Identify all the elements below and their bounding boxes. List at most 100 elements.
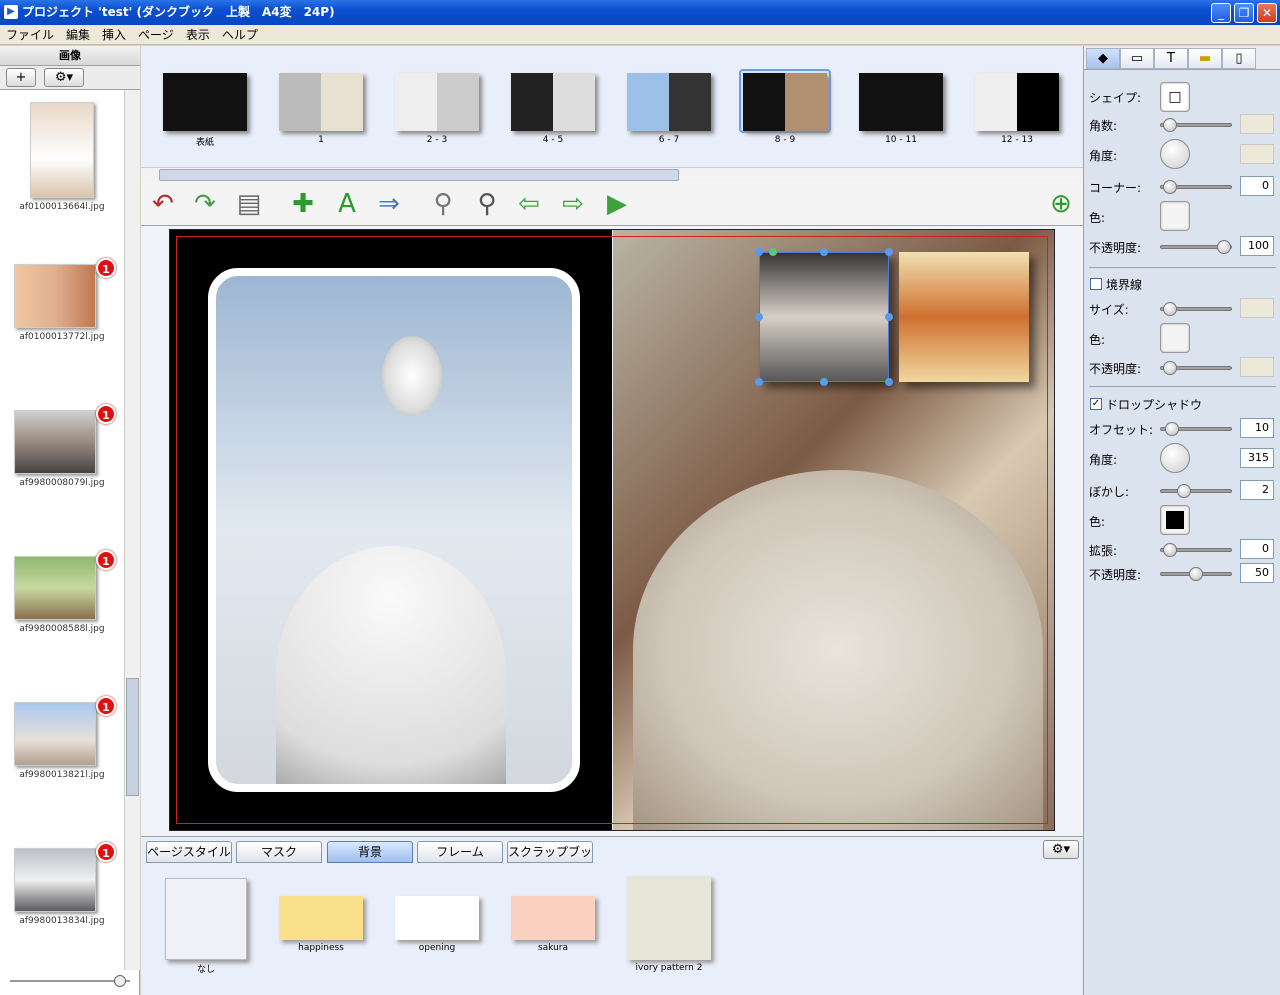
corners-field[interactable] xyxy=(1240,114,1274,134)
image-thumb[interactable] xyxy=(14,556,96,620)
tab-frame[interactable]: フレーム xyxy=(417,841,503,863)
border-opacity-field[interactable] xyxy=(1240,357,1274,377)
resize-handle[interactable] xyxy=(820,248,828,256)
gear-menu-button[interactable]: ⚙▾ xyxy=(44,68,84,87)
shadow-offset-field[interactable]: 10 xyxy=(1240,418,1274,438)
slider-knob[interactable] xyxy=(1177,484,1191,498)
shadow-spread-slider[interactable] xyxy=(1160,543,1232,557)
add-text-icon[interactable]: A xyxy=(331,188,363,220)
tab-mask[interactable]: マスク xyxy=(236,841,322,863)
slider-knob[interactable] xyxy=(1163,302,1177,316)
slider-knob[interactable] xyxy=(1163,543,1177,557)
border-size-field[interactable] xyxy=(1240,298,1274,318)
shadow-spread-field[interactable]: 0 xyxy=(1240,539,1274,559)
corner-field[interactable]: 0 xyxy=(1240,176,1274,196)
image-thumb[interactable] xyxy=(14,264,96,328)
shape-picker[interactable]: □ xyxy=(1160,82,1190,112)
page-strip-scrollbar[interactable] xyxy=(141,167,1083,182)
resize-handle[interactable] xyxy=(755,313,763,321)
thumb-size-slider[interactable] xyxy=(10,975,130,987)
image-list-scrollbar[interactable] xyxy=(124,90,140,970)
menu-edit[interactable]: 編集 xyxy=(60,25,96,45)
background-list[interactable]: なし happiness opening sakura ivory patter… xyxy=(141,864,1083,995)
play-icon[interactable]: ▶ xyxy=(601,188,633,220)
background-ivory-pattern-2[interactable] xyxy=(627,876,711,960)
page-thumb-2-3[interactable] xyxy=(395,73,479,131)
shape-tab-icon[interactable]: ◆ xyxy=(1086,48,1120,69)
angle-dial[interactable] xyxy=(1160,139,1190,169)
left-page[interactable] xyxy=(170,230,612,830)
undo-icon[interactable]: ↶ xyxy=(147,188,179,220)
resize-handle[interactable] xyxy=(885,313,893,321)
background-opening[interactable] xyxy=(395,896,479,940)
opacity-field[interactable]: 100 xyxy=(1240,236,1274,256)
zoom-in-icon[interactable]: ⚲ xyxy=(471,188,503,220)
slider-knob[interactable] xyxy=(1163,361,1177,375)
scroll-thumb[interactable] xyxy=(126,678,139,796)
shadow-checkbox[interactable]: ✓ xyxy=(1090,398,1102,410)
frame-tab-icon[interactable]: ▭ xyxy=(1120,48,1154,69)
ruler-tab-icon[interactable]: ▬ xyxy=(1188,48,1222,69)
resize-handle[interactable] xyxy=(755,378,763,386)
tab-page-style[interactable]: ページスタイル xyxy=(146,841,232,863)
opacity-slider[interactable] xyxy=(1160,240,1232,254)
menu-view[interactable]: 表示 xyxy=(180,25,216,45)
shadow-blur-slider[interactable] xyxy=(1160,484,1232,498)
tab-background[interactable]: 背景 xyxy=(327,841,413,863)
zoom-out-icon[interactable]: ⚲ xyxy=(427,188,459,220)
background-none[interactable] xyxy=(165,878,247,960)
delete-icon[interactable]: ▤ xyxy=(233,188,265,220)
menu-insert[interactable]: 挿入 xyxy=(96,25,132,45)
import-icon[interactable]: ⇒ xyxy=(373,188,405,220)
page-thumb-8-9[interactable] xyxy=(743,73,827,131)
slider-knob[interactable] xyxy=(114,975,126,987)
image-list[interactable]: af0100013664l.jpg 1 af0100013772l.jpg 1 … xyxy=(0,90,124,970)
border-opacity-slider[interactable] xyxy=(1160,361,1232,375)
page-spread[interactable] xyxy=(169,229,1055,831)
tab-scrapbook[interactable]: スクラップブック xyxy=(507,841,593,879)
slider-knob[interactable] xyxy=(1163,118,1177,132)
shadow-offset-slider[interactable] xyxy=(1160,422,1232,436)
text-tab-icon[interactable]: T xyxy=(1154,48,1188,69)
page-tab-icon[interactable]: ▯ xyxy=(1222,48,1256,69)
page-thumb-6-7[interactable] xyxy=(627,73,711,131)
page-thumb-4-5[interactable] xyxy=(511,73,595,131)
cart-icon[interactable]: ⊕ xyxy=(1045,188,1077,220)
shadow-opacity-slider[interactable] xyxy=(1160,567,1232,581)
menu-page[interactable]: ページ xyxy=(132,25,180,45)
background-happiness[interactable] xyxy=(279,896,363,940)
slider-knob[interactable] xyxy=(1165,422,1179,436)
redo-icon[interactable]: ↷ xyxy=(189,188,221,220)
bride-photo[interactable] xyxy=(208,268,580,792)
angle-field[interactable] xyxy=(1240,144,1274,164)
background-sakura[interactable] xyxy=(511,896,595,940)
resize-handle[interactable] xyxy=(885,248,893,256)
menu-file[interactable]: ファイル xyxy=(0,25,60,45)
shadow-angle-dial[interactable] xyxy=(1160,443,1190,473)
page-thumb-12-13[interactable] xyxy=(975,73,1059,131)
shadow-opacity-field[interactable]: 50 xyxy=(1240,563,1274,583)
page-thumb-1[interactable] xyxy=(279,73,363,131)
image-thumb[interactable] xyxy=(14,410,96,474)
previous-page-icon[interactable]: ⇦ xyxy=(513,188,545,220)
corners-slider[interactable] xyxy=(1160,118,1232,132)
resize-handle[interactable] xyxy=(820,378,828,386)
slider-knob[interactable] xyxy=(1189,567,1203,581)
shadow-angle-field[interactable]: 315 xyxy=(1240,448,1274,468)
resize-handle[interactable] xyxy=(885,378,893,386)
image-thumb[interactable] xyxy=(14,702,96,766)
corner-slider[interactable] xyxy=(1160,180,1232,194)
add-photo-icon[interactable]: ✚ xyxy=(287,188,319,220)
border-color-swatch[interactable] xyxy=(1160,323,1190,353)
menu-help[interactable]: ヘルプ xyxy=(216,25,264,45)
scroll-thumb[interactable] xyxy=(159,169,679,181)
border-size-slider[interactable] xyxy=(1160,302,1232,316)
border-checkbox[interactable] xyxy=(1090,278,1102,290)
resize-handle[interactable] xyxy=(755,248,763,256)
slider-knob[interactable] xyxy=(1217,240,1231,254)
shadow-blur-field[interactable]: 2 xyxy=(1240,480,1274,500)
close-button[interactable]: ✕ xyxy=(1257,3,1277,23)
right-page[interactable] xyxy=(613,230,1054,830)
minimize-button[interactable]: _ xyxy=(1211,3,1231,23)
add-image-button[interactable]: + xyxy=(6,68,36,87)
